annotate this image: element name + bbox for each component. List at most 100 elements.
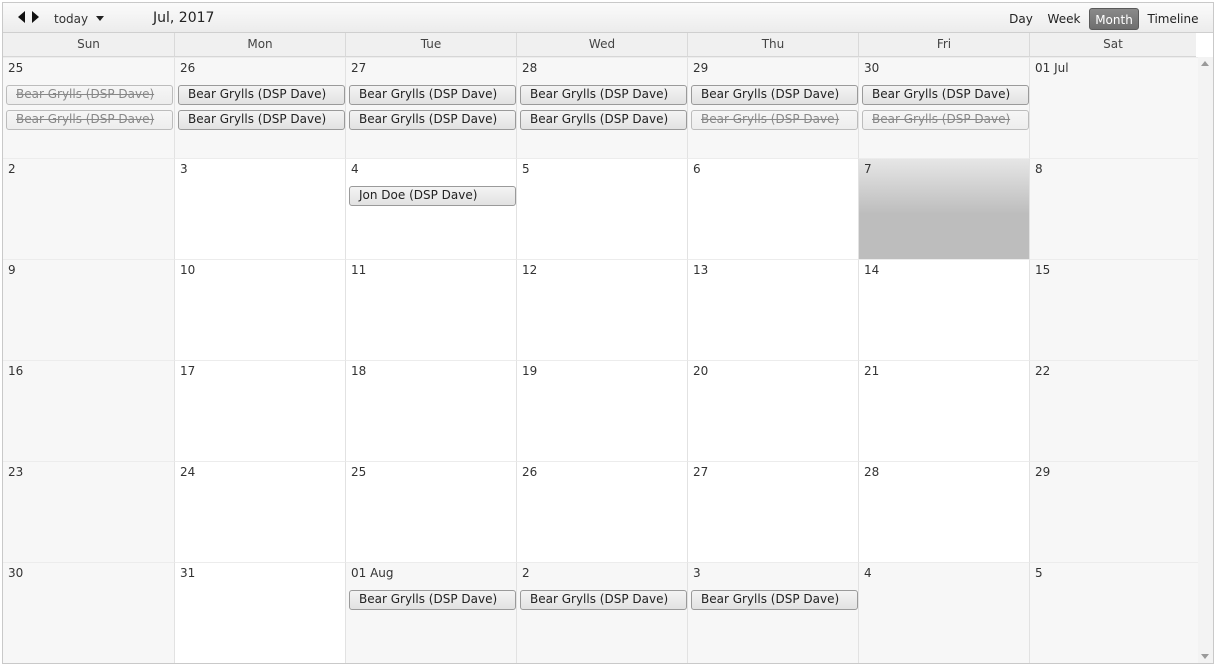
vertical-scrollbar[interactable] <box>1198 57 1213 663</box>
event-title: Bear Grylls (DSP Dave) <box>359 592 498 606</box>
day-cell[interactable]: 30 <box>3 562 174 663</box>
day-cell[interactable]: 01 Jul <box>1029 57 1200 158</box>
view-day-button[interactable]: Day <box>1005 8 1037 30</box>
event-chip-cancelled[interactable]: Bear Grylls (DSP Dave) CHIO <box>6 110 173 130</box>
event-subtitle: Benit <box>188 103 344 105</box>
calendar-toolbar: today Jul, 2017 Day Week Month Timeline <box>3 3 1213 33</box>
day-number: 31 <box>180 566 196 580</box>
day-cell[interactable]: 29Bear Grylls (DSP Dave)BenitBear Grylls… <box>687 57 858 158</box>
day-cell[interactable]: 26Bear Grylls (DSP Dave)BenitBear Grylls… <box>174 57 345 158</box>
today-button[interactable]: today <box>54 12 88 26</box>
event-chip-cancelled[interactable]: Bear Grylls (DSP Dave) CHIO <box>691 110 858 130</box>
day-cell[interactable]: 2 <box>3 158 174 259</box>
event-chip[interactable]: Bear Grylls (DSP Dave) CHIO <box>178 110 345 130</box>
day-number: 3 <box>693 566 701 580</box>
day-cell[interactable]: 18 <box>345 360 516 461</box>
day-number: 15 <box>1035 263 1051 277</box>
day-cell[interactable]: 12 <box>516 259 687 360</box>
day-number: 28 <box>522 61 538 75</box>
scroll-down-icon[interactable] <box>1201 654 1209 659</box>
event-chip[interactable]: Bear Grylls (DSP Dave) CHIO <box>520 110 687 130</box>
day-number: 7 <box>864 162 872 176</box>
event-chip[interactable]: Bear Grylls (DSP Dave) CHIO <box>691 590 858 610</box>
day-number: 01 Jul <box>1035 61 1069 75</box>
weekday-thu: Thu <box>687 33 858 56</box>
event-chip[interactable]: Jon Doe (DSP Dave) Bu Hub F <box>349 186 516 206</box>
event-subtitle: Bu Hub F <box>359 204 515 206</box>
day-cell[interactable]: 5 <box>516 158 687 259</box>
day-number: 25 <box>8 61 24 75</box>
day-cell[interactable]: 10 <box>174 259 345 360</box>
day-cell[interactable]: 17 <box>174 360 345 461</box>
weekday-wed: Wed <box>516 33 687 56</box>
day-cell[interactable]: 2Bear Grylls (DSP Dave) Benit <box>516 562 687 663</box>
event-chip[interactable]: Bear Grylls (DSP Dave) CHIO <box>349 590 516 610</box>
day-cell[interactable]: 15 <box>1029 259 1200 360</box>
day-cell[interactable]: 3 <box>174 158 345 259</box>
event-chip-cancelled[interactable]: Bear Grylls (DSP Dave) CHIO <box>862 110 1029 130</box>
event-title: Bear Grylls (DSP Dave) <box>701 592 840 606</box>
event-title: Bear Grylls (DSP Dave) <box>530 87 669 101</box>
event-subtitle: CHIO <box>188 128 344 130</box>
day-cell[interactable]: 3Bear Grylls (DSP Dave) CHIO <box>687 562 858 663</box>
event-title: Bear Grylls (DSP Dave) <box>872 87 1011 101</box>
scroll-up-icon[interactable] <box>1201 61 1209 66</box>
day-cell[interactable]: 14 <box>858 259 1029 360</box>
day-cell[interactable]: 4 <box>858 562 1029 663</box>
day-cell[interactable]: 25 <box>345 461 516 562</box>
day-cell[interactable]: 26 <box>516 461 687 562</box>
day-cell[interactable]: 01 Aug Bear Grylls (DSP Dave) CHIO <box>345 562 516 663</box>
event-chip[interactable]: Bear Grylls (DSP Dave) Benit <box>862 85 1029 105</box>
day-cell[interactable]: 31 <box>174 562 345 663</box>
day-cell[interactable]: 4 Jon Doe (DSP Dave) Bu Hub F <box>345 158 516 259</box>
day-cell[interactable]: 20 <box>687 360 858 461</box>
day-cell[interactable]: 19 <box>516 360 687 461</box>
view-month-button[interactable]: Month <box>1089 8 1139 30</box>
day-cell[interactable]: 5 <box>1029 562 1200 663</box>
view-week-button[interactable]: Week <box>1043 8 1085 30</box>
day-cell[interactable]: 11 <box>345 259 516 360</box>
day-cell[interactable]: 22 <box>1029 360 1200 461</box>
day-cell[interactable]: 9 <box>3 259 174 360</box>
previous-arrow-icon[interactable] <box>18 11 25 23</box>
day-cell[interactable]: 8 <box>1029 158 1200 259</box>
event-chip[interactable]: Bear Grylls (DSP Dave) CHIO <box>349 110 516 130</box>
day-cell[interactable]: 27Bear Grylls (DSP Dave)BenitBear Grylls… <box>345 57 516 158</box>
event-chip[interactable]: Bear Grylls (DSP Dave) Benit <box>178 85 345 105</box>
day-cell[interactable]: 13 <box>687 259 858 360</box>
weekday-header: Sun Mon Tue Wed Thu Fri Sat <box>3 33 1196 57</box>
next-arrow-icon[interactable] <box>32 11 39 23</box>
day-number: 29 <box>1035 465 1051 479</box>
day-number: 16 <box>8 364 24 378</box>
day-number: 19 <box>522 364 538 378</box>
day-cell[interactable]: 6 <box>687 158 858 259</box>
day-number: 30 <box>864 61 880 75</box>
day-cell[interactable]: 24 <box>174 461 345 562</box>
event-chip[interactable]: Bear Grylls (DSP Dave) Benit <box>520 590 687 610</box>
day-cell[interactable]: 27 <box>687 461 858 562</box>
day-cell[interactable]: 29 <box>1029 461 1200 562</box>
day-number: 4 <box>351 162 359 176</box>
day-cell[interactable]: 25 Bear Grylls (DSP Dave)Benit Bear Grylls… <box>3 57 174 158</box>
event-chip[interactable]: Bear Grylls (DSP Dave) Benit <box>691 85 858 105</box>
weekday-sun: Sun <box>77 37 100 51</box>
event-chip[interactable]: Bear Grylls (DSP Dave) Benit <box>520 85 687 105</box>
day-number: 10 <box>180 263 196 277</box>
weekday-sat: Sat <box>1029 33 1196 56</box>
chevron-down-icon[interactable] <box>96 16 104 21</box>
day-cell[interactable]: 28 <box>858 461 1029 562</box>
event-subtitle: CHIO <box>359 608 515 610</box>
view-timeline-button[interactable]: Timeline <box>1145 8 1201 30</box>
day-cell[interactable]: 30Bear Grylls (DSP Dave)BenitBear Grylls… <box>858 57 1029 158</box>
day-number: 21 <box>864 364 880 378</box>
day-cell[interactable]: 28Bear Grylls (DSP Dave)BenitBear Grylls… <box>516 57 687 158</box>
calendar-app: today Jul, 2017 Day Week Month Timeline … <box>2 2 1214 664</box>
event-chip[interactable]: Bear Grylls (DSP Dave) Benit <box>349 85 516 105</box>
event-subtitle: CHIO <box>701 128 857 130</box>
event-chip-cancelled[interactable]: Bear Grylls (DSP Dave) Benit <box>6 85 173 105</box>
day-cell[interactable]: 23 <box>3 461 174 562</box>
day-cell[interactable]: 16 <box>3 360 174 461</box>
event-subtitle: CHIO <box>701 608 857 610</box>
day-cell-today[interactable]: 7 <box>858 158 1029 259</box>
day-cell[interactable]: 21 <box>858 360 1029 461</box>
